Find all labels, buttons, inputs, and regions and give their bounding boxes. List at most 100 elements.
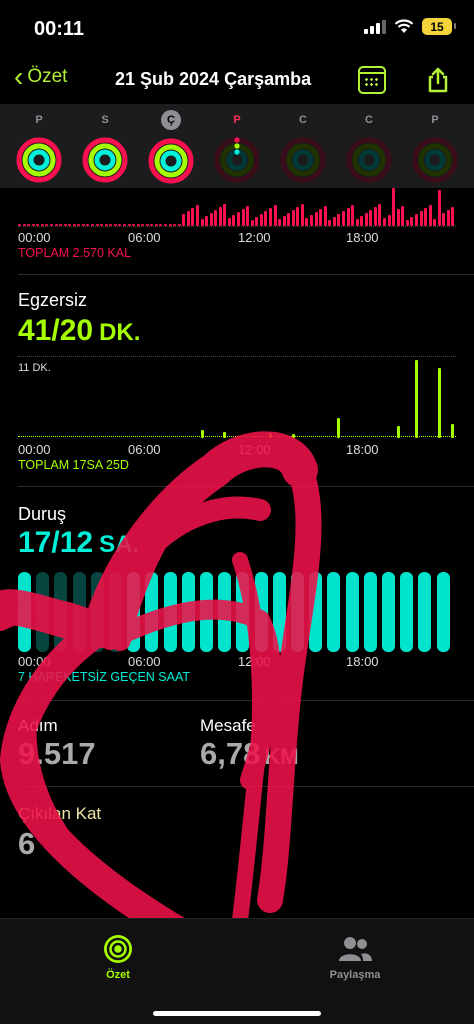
move-bar xyxy=(291,210,295,226)
move-bar xyxy=(182,214,186,226)
back-button[interactable]: ‹ Özet xyxy=(14,61,67,92)
move-bar xyxy=(337,214,341,226)
stand-hour-bar xyxy=(291,572,304,652)
move-bar xyxy=(319,209,323,226)
move-bar xyxy=(341,211,345,226)
page-title: 21 Şub 2024 Çarşamba xyxy=(115,69,312,89)
exercise-bar xyxy=(223,432,227,438)
battery-icon: 15 xyxy=(422,18,456,35)
move-bar xyxy=(310,215,313,226)
stand-hour-bar xyxy=(127,572,141,652)
move-bar xyxy=(200,219,204,226)
day-6[interactable]: P xyxy=(410,110,460,188)
steps-value: 9.517 xyxy=(18,736,96,771)
move-bar xyxy=(255,217,259,226)
tab-bar: Özet Paylaşma xyxy=(0,918,474,1024)
move-bar xyxy=(273,205,277,226)
stand-hour-bar xyxy=(218,572,232,652)
move-bar xyxy=(282,216,286,226)
move-bar xyxy=(186,211,190,226)
stand-hour-bar xyxy=(109,572,122,652)
floors-label: Çıkılan Kat xyxy=(18,804,102,823)
move-bar xyxy=(442,213,446,226)
move-bar xyxy=(369,210,373,226)
exercise-axis-0: 00:00 xyxy=(18,442,51,457)
exercise-axis-1: 06:00 xyxy=(128,442,161,457)
stand-hour-bar xyxy=(36,572,50,652)
exercise-title: Egzersiz xyxy=(18,290,88,310)
tab-sharing-label: Paylaşma xyxy=(329,969,381,981)
day-4[interactable]: C xyxy=(278,110,328,188)
chevron-left-icon: ‹ xyxy=(14,61,24,92)
activity-rings-icon xyxy=(412,137,458,183)
activity-rings-icon xyxy=(214,137,260,183)
day-1[interactable]: S xyxy=(80,110,130,188)
move-bar xyxy=(437,190,441,226)
move-bar xyxy=(355,219,359,226)
stand-hour-bar xyxy=(436,572,450,652)
exercise-axis-3: 18:00 xyxy=(346,442,379,457)
stand-total: 7 HAREKETSİZ GEÇEN SAAT xyxy=(18,670,191,684)
move-bar xyxy=(414,214,418,226)
stand-hour-bar xyxy=(181,572,195,652)
navigation-bar: ‹ Özet 21 Şub 2024 Çarşamba xyxy=(0,56,474,104)
day-5[interactable]: C xyxy=(344,110,394,188)
move-bar xyxy=(378,204,382,226)
move-bar xyxy=(268,208,272,226)
move-bar xyxy=(387,215,391,226)
stand-hour-bar xyxy=(236,572,250,652)
move-bar xyxy=(410,217,414,226)
stand-hour-bar xyxy=(90,572,104,652)
activity-detail: 00:00 06:00 12:00 18:00 TOPLAM 2.570 KAL… xyxy=(0,188,474,918)
stand-axis-2: 12:00 xyxy=(238,654,271,669)
steps-label: Adım xyxy=(18,716,58,735)
exercise-bar xyxy=(414,360,418,438)
move-bar xyxy=(264,211,268,226)
cellular-signal-icon xyxy=(364,19,386,34)
move-bar xyxy=(401,206,405,226)
move-axis-0: 00:00 xyxy=(18,230,51,245)
battery-level: 15 xyxy=(430,19,444,34)
day-3[interactable]: P xyxy=(212,110,262,188)
stand-hour-bar xyxy=(418,572,432,652)
day-0[interactable]: P xyxy=(14,110,64,188)
activity-rings-icon xyxy=(346,137,392,183)
exercise-bar xyxy=(437,368,441,438)
day-2[interactable]: Ç xyxy=(146,110,196,189)
move-bar xyxy=(346,208,350,226)
tab-summary[interactable]: Özet xyxy=(68,933,168,981)
day-letter: S xyxy=(101,114,109,126)
stand-hour-bar xyxy=(400,572,414,652)
move-axis-1: 06:00 xyxy=(128,230,161,245)
day-letter: P xyxy=(35,114,43,126)
exercise-baseline xyxy=(18,436,456,437)
stand-hour-bar xyxy=(72,572,86,652)
exercise-value-number: 41/20 xyxy=(18,314,94,347)
exercise-unit: DK. xyxy=(99,319,141,346)
stand-axis-3: 18:00 xyxy=(346,654,379,669)
move-bar xyxy=(364,213,368,226)
stand-axis-1: 06:00 xyxy=(128,654,161,669)
day-letter: P xyxy=(233,114,241,126)
activity-rings-icon xyxy=(280,137,326,183)
move-bar xyxy=(392,188,396,226)
move-bar xyxy=(218,207,222,226)
stand-hour-bar xyxy=(18,572,31,652)
distance-value: 6,78 KM xyxy=(200,736,299,772)
exercise-axis-2: 12:00 xyxy=(238,442,271,457)
stand-hour-bar xyxy=(200,572,213,652)
move-bar xyxy=(373,207,377,226)
tab-sharing[interactable]: Paylaşma xyxy=(305,933,405,981)
move-bar xyxy=(451,207,455,226)
stand-hour-bar xyxy=(254,572,268,652)
move-bar xyxy=(351,205,355,226)
move-bar xyxy=(433,219,437,226)
stand-hour-bar xyxy=(272,572,286,652)
activity-rings-icon xyxy=(82,137,128,183)
move-bar xyxy=(278,219,282,226)
share-icon[interactable] xyxy=(424,66,452,94)
calendar-icon[interactable] xyxy=(358,66,386,94)
divider xyxy=(18,274,474,275)
stand-value: 17/12 SA. xyxy=(18,526,139,560)
stand-chart xyxy=(18,572,456,652)
